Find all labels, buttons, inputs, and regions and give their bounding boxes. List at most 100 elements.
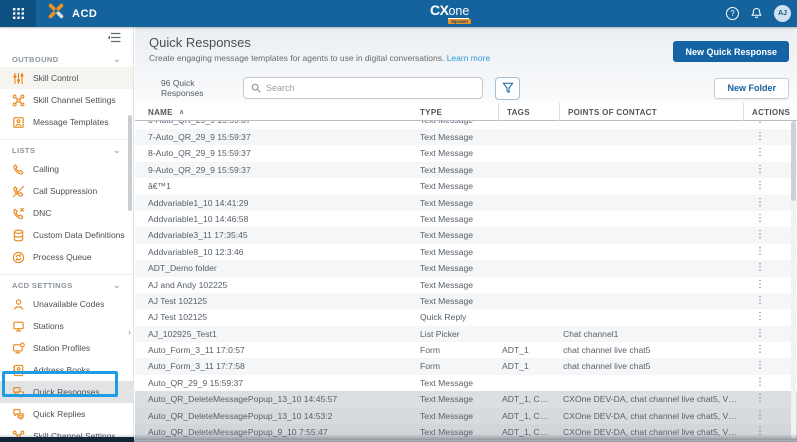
sidebar-section-header-outbound[interactable]: OUTBOUND⌄ — [0, 51, 133, 67]
app-grid-icon[interactable] — [0, 0, 36, 27]
column-header-poc[interactable]: POINTS OF CONTACT — [559, 103, 747, 121]
cell-type: Text Message — [420, 211, 502, 227]
table-row[interactable]: Auto_Form_3_11 17:0:57FormADT_1chat chan… — [135, 342, 797, 358]
row-actions-menu-icon[interactable]: ⋮ — [753, 147, 767, 161]
table-row[interactable]: 6-Auto_QR_29_9 15:59:37Text Message⋮ — [135, 121, 797, 129]
row-actions-menu-icon[interactable]: ⋮ — [753, 360, 767, 374]
search-box — [243, 77, 483, 99]
sidebar-item-process-queue[interactable]: Process Queue — [0, 246, 133, 268]
row-actions-menu-icon[interactable]: ⋮ — [753, 245, 767, 259]
row-actions-menu-icon[interactable]: ⋮ — [753, 392, 767, 406]
table-row[interactable]: Auto_QR_DeleteMessagePopup_13_10 14:45:5… — [135, 391, 797, 407]
user-avatar[interactable]: AJ — [774, 5, 791, 22]
table-row[interactable]: Addvariable1_10 14:41:29Text Message⋮ — [135, 195, 797, 211]
table-row[interactable]: 9-Auto_QR_29_9 15:59:37Text Message⋮ — [135, 162, 797, 178]
notifications-bell-icon[interactable] — [750, 7, 763, 20]
sidebar-scrollbar[interactable] — [128, 115, 132, 211]
sidebar-item-quick-replies[interactable]: Quick Replies — [0, 403, 133, 425]
sidebar-item-stations[interactable]: Stations — [0, 315, 133, 337]
sidebar-item-call-suppression[interactable]: Call Suppression — [0, 180, 133, 202]
cell-name: Addvariable3_11 17:35:45 — [148, 227, 420, 243]
cell-type: Text Message — [420, 244, 502, 260]
cell-tags: ADT_1 — [502, 358, 563, 374]
phone-x-icon — [12, 207, 25, 220]
sidebar-item-label: Calling — [33, 164, 59, 174]
sidebar-item-quick-responses[interactable]: Quick Responses — [0, 381, 133, 403]
row-actions-menu-icon[interactable]: ⋮ — [753, 130, 767, 144]
row-actions-menu-icon[interactable]: ⋮ — [753, 261, 767, 275]
sidebar-section-header-acd-settings[interactable]: ACD SETTINGS⌄ — [0, 277, 133, 293]
table-row[interactable]: â€™1Text Message⋮ — [135, 178, 797, 194]
table-row[interactable]: ADT_Demo folderText Message⋮ — [135, 260, 797, 276]
sidebar-item-custom-data-definitions[interactable]: Custom Data Definitions — [0, 224, 133, 246]
new-quick-response-button[interactable]: New Quick Response — [673, 41, 789, 62]
cell-actions: ⋮ — [747, 179, 797, 193]
table-row[interactable]: Addvariable8_10 12:3:46Text Message⋮ — [135, 244, 797, 260]
sidebar-item-station-profiles[interactable]: Station Profiles — [0, 337, 133, 359]
cell-actions: ⋮ — [747, 294, 797, 308]
table-row[interactable]: Auto_QR_DeleteMessagePopup_9_10 7:55:47T… — [135, 424, 797, 440]
sidebar-item-unavailable-codes[interactable]: Unavailable Codes — [0, 293, 133, 315]
sidebar-item-dnc[interactable]: DNC — [0, 202, 133, 224]
table-row[interactable]: AJ Test 102125Text Message⋮ — [135, 293, 797, 309]
help-icon[interactable]: ? — [726, 7, 739, 20]
sidebar-item-message-templates[interactable]: Message Templates — [0, 111, 133, 133]
row-actions-menu-icon[interactable]: ⋮ — [753, 163, 767, 177]
table-row[interactable]: Auto_QR_29_9 15:59:37Text Message⋮ — [135, 375, 797, 391]
cell-type: Text Message — [420, 145, 502, 161]
row-actions-menu-icon[interactable]: ⋮ — [753, 343, 767, 357]
row-actions-menu-icon[interactable]: ⋮ — [753, 212, 767, 226]
cell-type: Text Message — [420, 293, 502, 309]
table-row[interactable]: Addvariable3_11 17:35:45Text Message⋮ — [135, 227, 797, 243]
cell-poc: Chat channel1 — [563, 326, 747, 342]
row-actions-menu-icon[interactable]: ⋮ — [753, 327, 767, 341]
row-actions-menu-icon[interactable]: ⋮ — [753, 121, 767, 128]
row-actions-menu-icon[interactable]: ⋮ — [753, 310, 767, 324]
learn-more-link[interactable]: Learn more — [447, 53, 490, 63]
row-actions-menu-icon[interactable]: ⋮ — [753, 294, 767, 308]
sidebar-section-header-lists[interactable]: LISTS⌄ — [0, 142, 133, 158]
cell-type: Text Message — [420, 162, 502, 178]
collapse-sidebar-icon[interactable] — [107, 32, 121, 43]
table-row[interactable]: 8-Auto_QR_29_9 15:59:37Text Message⋮ — [135, 145, 797, 161]
chevron-down-icon: ⌄ — [113, 282, 121, 288]
sidebar-expand-chevron-icon[interactable]: › — [128, 327, 131, 337]
search-input[interactable] — [266, 83, 475, 93]
column-header-actions[interactable]: ACTIONS — [743, 103, 797, 121]
new-folder-button[interactable]: New Folder — [714, 78, 789, 99]
table-scrollbar[interactable] — [791, 121, 796, 439]
row-actions-menu-icon[interactable]: ⋮ — [753, 229, 767, 243]
sidebar-item-skill-channel-settings[interactable]: Skill Channel Settings — [0, 89, 133, 111]
table-row[interactable]: AJ_102925_Test1List PickerChat channel1⋮ — [135, 326, 797, 342]
column-header-type[interactable]: TYPE — [420, 103, 502, 121]
row-actions-menu-icon[interactable]: ⋮ — [753, 179, 767, 193]
sidebar-item-address-books[interactable]: Address Books — [0, 359, 133, 381]
row-actions-menu-icon[interactable]: ⋮ — [753, 196, 767, 210]
sidebar-item-calling[interactable]: Calling — [0, 158, 133, 180]
sidebar-item-label: Quick Responses — [33, 387, 100, 397]
column-header-name[interactable]: NAME∧ — [148, 103, 420, 121]
process-icon — [12, 251, 25, 264]
cell-type: Text Message — [420, 391, 502, 407]
row-actions-menu-icon[interactable]: ⋮ — [753, 376, 767, 390]
row-actions-menu-icon[interactable]: ⋮ — [753, 278, 767, 292]
table-row[interactable]: 7-Auto_QR_29_9 15:59:37Text Message⋮ — [135, 129, 797, 145]
table-row[interactable]: Addvariable1_10 14:46:58Text Message⋮ — [135, 211, 797, 227]
row-actions-menu-icon[interactable]: ⋮ — [753, 409, 767, 423]
cell-type: Text Message — [420, 121, 502, 129]
cell-type: Text Message — [420, 195, 502, 211]
search-icon — [251, 83, 261, 93]
chat-reply-icon — [12, 408, 25, 421]
table-row[interactable]: Auto_QR_DeleteMessagePopup_13_10 14:53:2… — [135, 408, 797, 424]
table-scrollbar-thumb[interactable] — [791, 121, 796, 201]
table-row[interactable]: AJ Test 102125Quick Reply⋮ — [135, 309, 797, 325]
row-actions-menu-icon[interactable]: ⋮ — [753, 425, 767, 439]
cell-actions: ⋮ — [747, 121, 797, 128]
table-row[interactable]: Auto_Form_3_11 17:7:58FormADT_1chat chan… — [135, 358, 797, 374]
filter-button[interactable] — [495, 77, 520, 100]
page-subtitle: Create engaging message templates for ag… — [149, 53, 490, 63]
column-header-tags[interactable]: TAGS — [498, 103, 563, 121]
sidebar-item-skill-control[interactable]: Skill Control — [0, 67, 133, 89]
cell-name: Auto_Form_3_11 17:0:57 — [148, 342, 420, 358]
table-row[interactable]: AJ and Andy 102225Text Message⋮ — [135, 277, 797, 293]
